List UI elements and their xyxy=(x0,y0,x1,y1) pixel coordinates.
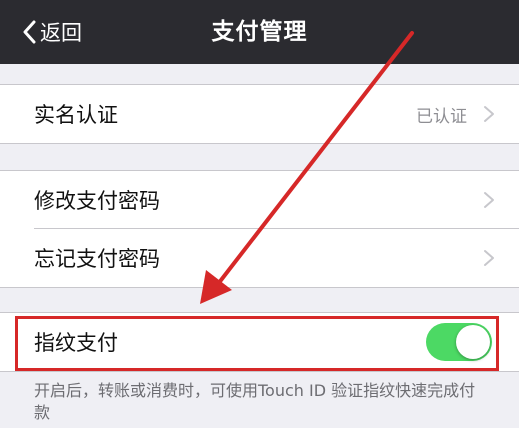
chevron-right-icon xyxy=(484,192,494,208)
section-password: 修改支付密码 忘记支付密码 xyxy=(0,170,519,288)
screen: 返回 支付管理 实名认证 已认证 修改支付密码 忘记支付密码 指纹支付 开启后，… xyxy=(0,0,519,428)
navigation-bar: 返回 支付管理 xyxy=(0,0,519,64)
section-realname: 实名认证 已认证 xyxy=(0,84,519,144)
change-password-label: 修改支付密码 xyxy=(34,189,160,213)
forgot-password-label: 忘记支付密码 xyxy=(34,247,160,271)
page-title: 支付管理 xyxy=(211,19,308,45)
fingerprint-payment-label: 指纹支付 xyxy=(34,331,118,355)
realname-status: 已认证 xyxy=(416,106,467,127)
row-realname-verification[interactable]: 实名认证 已认证 xyxy=(0,85,519,143)
chevron-right-icon xyxy=(484,250,494,266)
realname-label: 实名认证 xyxy=(34,103,118,127)
section-fingerprint: 指纹支付 xyxy=(0,312,519,372)
chevron-right-icon xyxy=(484,106,494,122)
row-fingerprint-payment: 指纹支付 xyxy=(0,313,519,371)
row-change-password[interactable]: 修改支付密码 xyxy=(0,171,519,229)
toggle-knob xyxy=(456,325,490,359)
fingerprint-payment-toggle[interactable] xyxy=(426,323,492,361)
fingerprint-footnote: 开启后，转账或消费时，可使用Touch ID 验证指纹快速完成付款 xyxy=(34,381,476,422)
row-forgot-password[interactable]: 忘记支付密码 xyxy=(0,229,519,287)
